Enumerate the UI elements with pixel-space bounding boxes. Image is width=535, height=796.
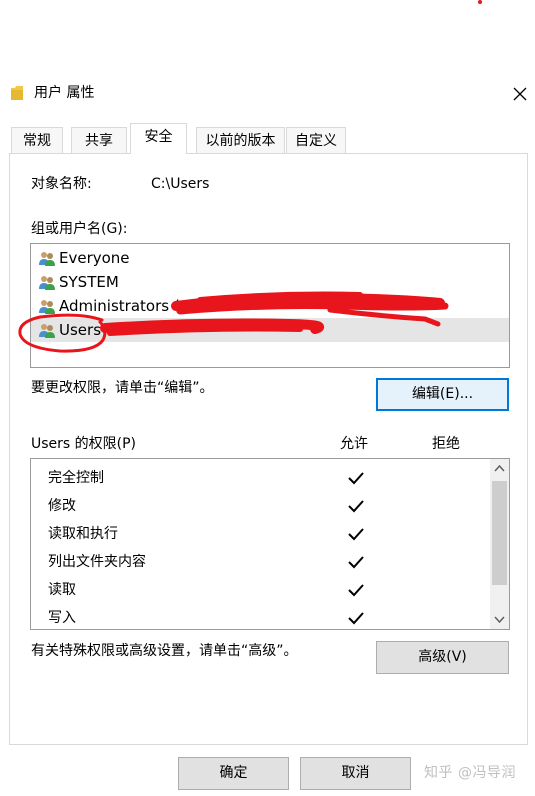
check-icon: [348, 556, 364, 569]
permissions-list[interactable]: 完全控制 修改 读取和执行 列出文件夹内容 读取 写入: [30, 458, 510, 630]
users-group-icon: [39, 276, 55, 290]
list-item-system[interactable]: SYSTEM: [31, 270, 509, 294]
deny-header: 拒绝: [432, 436, 460, 452]
object-name-value: C:\Users: [151, 176, 210, 192]
allow-header: 允许: [340, 436, 368, 452]
tab-previous-versions[interactable]: 以前的版本: [196, 127, 285, 153]
list-label-system: SYSTEM: [59, 273, 119, 291]
list-item-administrators[interactable]: Administrators (: [31, 294, 509, 318]
check-icon: [348, 500, 364, 513]
ok-button[interactable]: 确定: [178, 757, 289, 790]
permission-name: 修改: [48, 498, 76, 514]
folder-icon: [11, 86, 23, 100]
groups-label: 组或用户名(G):: [31, 221, 128, 237]
cancel-button[interactable]: 取消: [300, 757, 411, 790]
close-icon[interactable]: [510, 84, 530, 104]
check-icon: [348, 472, 364, 485]
scroll-thumb[interactable]: [492, 481, 507, 585]
permission-row: 读取: [31, 576, 489, 604]
permissions-scrollbar[interactable]: [490, 459, 509, 629]
tab-sharing[interactable]: 共享: [71, 127, 127, 153]
chevron-down-icon[interactable]: [490, 609, 509, 629]
check-icon: [348, 612, 364, 625]
advanced-hint: 有关特殊权限或高级设置，请单击“高级”。: [31, 643, 298, 659]
permission-row: 修改: [31, 492, 489, 520]
tab-security[interactable]: 安全: [130, 123, 187, 154]
window-title: 用户 属性: [34, 85, 95, 101]
permission-name: 完全控制: [48, 470, 104, 486]
object-name-label: 对象名称:: [31, 176, 92, 192]
list-label-users: Users: [59, 321, 102, 339]
users-group-icon: [39, 300, 55, 314]
permission-name: 读取: [48, 582, 76, 598]
list-item-everyone[interactable]: Everyone: [31, 246, 509, 270]
check-icon: [348, 584, 364, 597]
permission-name: 读取和执行: [48, 526, 118, 542]
list-item-users[interactable]: Users: [31, 318, 509, 342]
check-icon: [348, 528, 364, 541]
permission-row: 读取和执行: [31, 520, 489, 548]
users-group-icon: [39, 252, 55, 266]
permission-name: 列出文件夹内容: [48, 554, 146, 570]
change-hint: 要更改权限，请单击“编辑”。: [31, 380, 214, 396]
tab-general[interactable]: 常规: [11, 127, 63, 153]
tab-customize[interactable]: 自定义: [286, 127, 346, 153]
watermark: 知乎 @冯导润: [424, 765, 516, 781]
permission-row: 写入: [31, 604, 489, 629]
advanced-button[interactable]: 高级(V): [376, 641, 509, 674]
permission-name: 写入: [48, 610, 76, 626]
groups-listbox[interactable]: Everyone SYSTEM Administrators ( Users: [30, 243, 510, 368]
edit-button[interactable]: 编辑(E)...: [376, 378, 509, 411]
permission-row: 列出文件夹内容: [31, 548, 489, 576]
list-label-administrators: Administrators (: [59, 297, 180, 315]
permission-row: 完全控制: [31, 464, 489, 492]
list-label-everyone: Everyone: [59, 249, 130, 267]
permissions-label: Users 的权限(P): [31, 436, 137, 452]
chevron-up-icon[interactable]: [490, 459, 509, 479]
users-group-icon: [39, 324, 55, 338]
